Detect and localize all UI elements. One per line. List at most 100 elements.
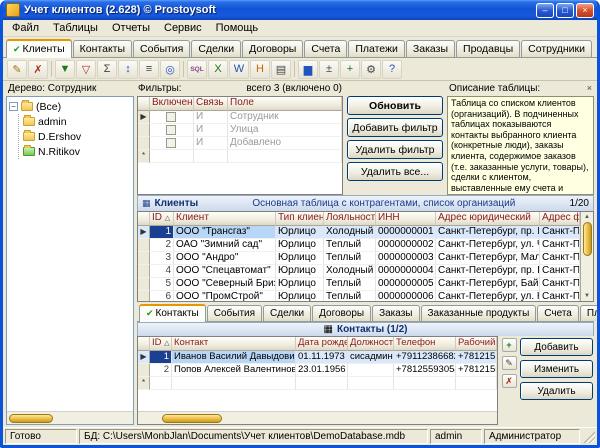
cell-type[interactable]: Юрлицо: [276, 265, 324, 278]
cell-loyalty[interactable]: Теплый: [324, 239, 376, 252]
cell-enabled[interactable]: [150, 124, 194, 137]
cell-id[interactable]: 5: [150, 278, 174, 291]
settings-icon[interactable]: ⚙: [361, 60, 381, 79]
cell-address-legal[interactable]: Санкт-Петербург, Малоохтин: [436, 252, 540, 265]
table-row[interactable]: ▶ 1 Иванов Василий Давыдович 01.11.1973 …: [138, 351, 497, 364]
cell-id[interactable]: 1: [150, 226, 174, 239]
cell-link[interactable]: И: [194, 124, 228, 137]
subtab-invoices[interactable]: Счета: [537, 305, 579, 321]
cell-address-actual[interactable]: Санкт-Пе: [540, 239, 580, 252]
cell-id[interactable]: 2: [150, 239, 174, 252]
subtab-contacts[interactable]: ✔Контакты: [139, 304, 206, 322]
cell-contact[interactable]: Иванов Василий Давыдович: [172, 351, 296, 364]
cell-loyalty[interactable]: Холодный: [324, 265, 376, 278]
cell-birthdate[interactable]: 23.01.1956: [296, 364, 348, 377]
tab-payments[interactable]: Платежи: [348, 40, 405, 57]
column-header-field[interactable]: Поле: [228, 97, 342, 111]
delete-icon[interactable]: ✗: [28, 60, 48, 79]
column-header-address-actual[interactable]: Адрес ф: [540, 212, 580, 226]
add-button[interactable]: Добавить: [520, 338, 593, 356]
subtab-orders[interactable]: Заказы: [372, 305, 419, 321]
cell-id[interactable]: 1: [150, 351, 172, 364]
sum-icon[interactable]: Σ: [97, 60, 117, 79]
column-header-id[interactable]: ID △: [150, 337, 172, 351]
cell-client[interactable]: ООО "Трансгаз": [174, 226, 276, 239]
cell-address-legal[interactable]: Санкт-Петербург, ул. Калин: [436, 291, 540, 301]
cell-field[interactable]: [228, 150, 342, 163]
cell-client[interactable]: ООО "Андро": [174, 252, 276, 265]
cell-position[interactable]: [348, 377, 394, 390]
remove-all-filters-button[interactable]: Удалить все...: [347, 162, 443, 181]
column-header-loyalty[interactable]: Лояльность: [324, 212, 376, 226]
filter-enabled-checkbox[interactable]: [166, 112, 176, 122]
cell-birthdate[interactable]: [296, 377, 348, 390]
cell-address-legal[interactable]: Санкт-Петербург, ул. Чудно: [436, 239, 540, 252]
delete-button[interactable]: Удалить: [520, 382, 593, 400]
menu-service[interactable]: Сервис: [157, 21, 209, 35]
tab-employees[interactable]: Сотрудники: [521, 40, 592, 57]
cell-loyalty[interactable]: Теплый: [324, 278, 376, 291]
cell-type[interactable]: Юрлицо: [276, 226, 324, 239]
close-description-icon[interactable]: ×: [587, 83, 592, 96]
add-record-icon[interactable]: +: [502, 338, 517, 352]
add-filter-button[interactable]: Добавить фильтр: [347, 118, 443, 137]
edit-icon[interactable]: ✎: [7, 60, 27, 79]
cell-inn[interactable]: 0000000004: [376, 265, 436, 278]
cell-client[interactable]: ООО "ПромСтрой": [174, 291, 276, 301]
cell-inn[interactable]: 0000000003: [376, 252, 436, 265]
search-icon[interactable]: ◎: [160, 60, 180, 79]
tab-events[interactable]: События: [133, 40, 190, 57]
cell-address-actual[interactable]: Санкт-Пе: [540, 265, 580, 278]
cell-field[interactable]: Улица: [228, 124, 342, 137]
menu-help[interactable]: Помощь: [209, 21, 266, 35]
tab-contacts[interactable]: Контакты: [73, 40, 132, 57]
subtab-agreements[interactable]: Договоры: [312, 305, 371, 321]
scrollbar-thumb[interactable]: [583, 222, 592, 256]
table-row[interactable]: 3 ООО "Андро" Юрлицо Теплый 0000000003 С…: [138, 252, 580, 265]
contacts-horizontal-scrollbar[interactable]: [138, 411, 497, 424]
cell-enabled[interactable]: [150, 150, 194, 163]
filter-icon[interactable]: ▼: [55, 60, 75, 79]
sql-icon[interactable]: SQL: [187, 60, 207, 79]
column-header-position[interactable]: Должность: [348, 337, 394, 351]
scroll-down-icon[interactable]: ▼: [584, 292, 590, 300]
cell-enabled[interactable]: [150, 137, 194, 150]
cell-phone[interactable]: +79112386682: [394, 351, 456, 364]
filter-row[interactable]: И Добавлено: [138, 137, 342, 150]
cell-enabled[interactable]: [150, 111, 194, 124]
title-bar[interactable]: Учет клиентов (2.628) © Prostoysoft – □ …: [3, 0, 597, 20]
tree-horizontal-scrollbar[interactable]: [7, 411, 133, 424]
cell-address-legal[interactable]: Санкт-Петербург, Байкону: [436, 278, 540, 291]
cell-position[interactable]: [348, 364, 394, 377]
cell-address-legal[interactable]: Санкт-Петербург, пр. Индуст: [436, 226, 540, 239]
refresh-button[interactable]: Обновить: [347, 96, 443, 115]
calculator-icon[interactable]: ±: [319, 60, 339, 79]
help-icon[interactable]: ?: [382, 60, 402, 79]
cell-type[interactable]: Юрлицо: [276, 278, 324, 291]
cell-loyalty[interactable]: Теплый: [324, 252, 376, 265]
cell-link[interactable]: И: [194, 111, 228, 124]
export-html-icon[interactable]: H: [250, 60, 270, 79]
tree-item-nritikov[interactable]: N.Ritikov: [23, 144, 131, 159]
cell-inn[interactable]: 0000000005: [376, 278, 436, 291]
cell-link[interactable]: И: [194, 137, 228, 150]
table-row[interactable]: 4 ООО "Спецавтомат" Юрлицо Холодный 0000…: [138, 265, 580, 278]
cell-client[interactable]: ООО "Северный Бриз": [174, 278, 276, 291]
scrollbar-thumb[interactable]: [9, 414, 53, 423]
cell-type[interactable]: Юрлицо: [276, 252, 324, 265]
column-header-link[interactable]: Связь: [194, 97, 228, 111]
export-word-icon[interactable]: W: [229, 60, 249, 79]
resize-grip[interactable]: [582, 430, 595, 443]
tab-invoices[interactable]: Счета: [304, 40, 347, 57]
tree-item-all[interactable]: − (Все): [9, 99, 131, 114]
cell-contact[interactable]: Попов Алексей Валентинович: [172, 364, 296, 377]
column-header-type[interactable]: Тип клиента: [276, 212, 324, 226]
cell-inn[interactable]: 0000000002: [376, 239, 436, 252]
cell-birthdate[interactable]: 01.11.1973: [296, 351, 348, 364]
subtab-deals[interactable]: Сделки: [263, 305, 311, 321]
column-header-work-phone[interactable]: Рабочий: [456, 337, 497, 351]
cell-position[interactable]: сисадмин: [348, 351, 394, 364]
tab-orders[interactable]: Заказы: [406, 40, 455, 57]
scrollbar-thumb[interactable]: [162, 414, 222, 423]
table-row[interactable]: 5 ООО "Северный Бриз" Юрлицо Теплый 0000…: [138, 278, 580, 291]
